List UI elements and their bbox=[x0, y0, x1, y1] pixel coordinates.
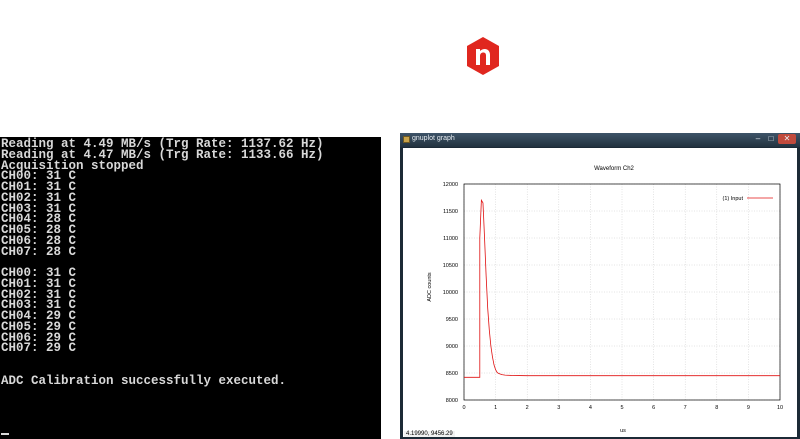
plot-area[interactable]: Waveform Ch2 ADC counts us 0 1 2 3 4 5 6 7 8 9 10 8… bbox=[403, 148, 797, 437]
window-title: gnuplot graph bbox=[412, 135, 455, 142]
console-line: CH07: 29 C bbox=[1, 341, 77, 356]
minimize-button[interactable]: – bbox=[752, 134, 764, 144]
x-tick-label: 7 bbox=[684, 405, 687, 411]
x-tick-label: 6 bbox=[652, 405, 655, 411]
console-output: Reading at 4.49 MB/s (Trg Rate: 1137.62 … bbox=[1, 138, 324, 388]
console-line: CH07: 28 C bbox=[1, 244, 77, 259]
x-tick-label: 8 bbox=[715, 405, 718, 411]
window-titlebar[interactable]: gnuplot graph – □ ✕ bbox=[400, 133, 800, 147]
x-tick-label: 4 bbox=[589, 405, 592, 411]
close-button[interactable]: ✕ bbox=[778, 134, 796, 144]
gnuplot-app-icon bbox=[403, 136, 410, 143]
y-axis-label: ADC counts bbox=[427, 272, 433, 302]
x-tick-label: 9 bbox=[747, 405, 750, 411]
legend: (1) Input bbox=[723, 196, 773, 202]
console-line: ADC Calibration successfully executed. bbox=[1, 373, 287, 388]
y-tick-label: 8000 bbox=[446, 398, 458, 404]
maximize-button[interactable]: □ bbox=[765, 134, 777, 144]
y-tick-label: 9000 bbox=[446, 344, 458, 350]
x-tick-label: 0 bbox=[462, 405, 465, 411]
x-tick-label: 3 bbox=[557, 405, 560, 411]
console-window[interactable]: Reading at 4.49 MB/s (Trg Rate: 1137.62 … bbox=[0, 137, 381, 439]
y-tick-label: 10000 bbox=[443, 290, 458, 296]
y-tick-label: 8500 bbox=[446, 371, 458, 377]
x-tick-label: 10 bbox=[777, 405, 783, 411]
y-tick-label: 10500 bbox=[443, 263, 458, 269]
y-tick-label: 12000 bbox=[443, 182, 458, 188]
cursor-coordinates: 4.19990, 9456.29 bbox=[404, 431, 455, 437]
x-tick-label: 1 bbox=[494, 405, 497, 411]
x-tick-label: 2 bbox=[526, 405, 529, 411]
x-tick-label: 5 bbox=[620, 405, 623, 411]
n-logo bbox=[467, 37, 499, 75]
gnuplot-window[interactable]: gnuplot graph – □ ✕ Waveform Ch2 ADC cou… bbox=[400, 133, 800, 439]
y-tick-label: 11000 bbox=[443, 236, 458, 242]
chart-title: Waveform Ch2 bbox=[594, 166, 634, 172]
y-tick-label: 11500 bbox=[443, 209, 458, 215]
console-cursor bbox=[1, 433, 9, 435]
legend-label: (1) Input bbox=[723, 196, 744, 202]
grid bbox=[463, 183, 781, 401]
y-tick-label: 9500 bbox=[446, 317, 458, 323]
axis-ticks: 0 1 2 3 4 5 6 7 8 9 10 8000 8500 9000 9500 10000 10500 11… bbox=[443, 182, 783, 411]
x-axis-label: us bbox=[620, 428, 626, 434]
waveform-chart: Waveform Ch2 ADC counts us 0 1 2 3 4 5 6 7 8 9 10 8… bbox=[427, 166, 783, 434]
logo-hexagon bbox=[467, 37, 499, 75]
